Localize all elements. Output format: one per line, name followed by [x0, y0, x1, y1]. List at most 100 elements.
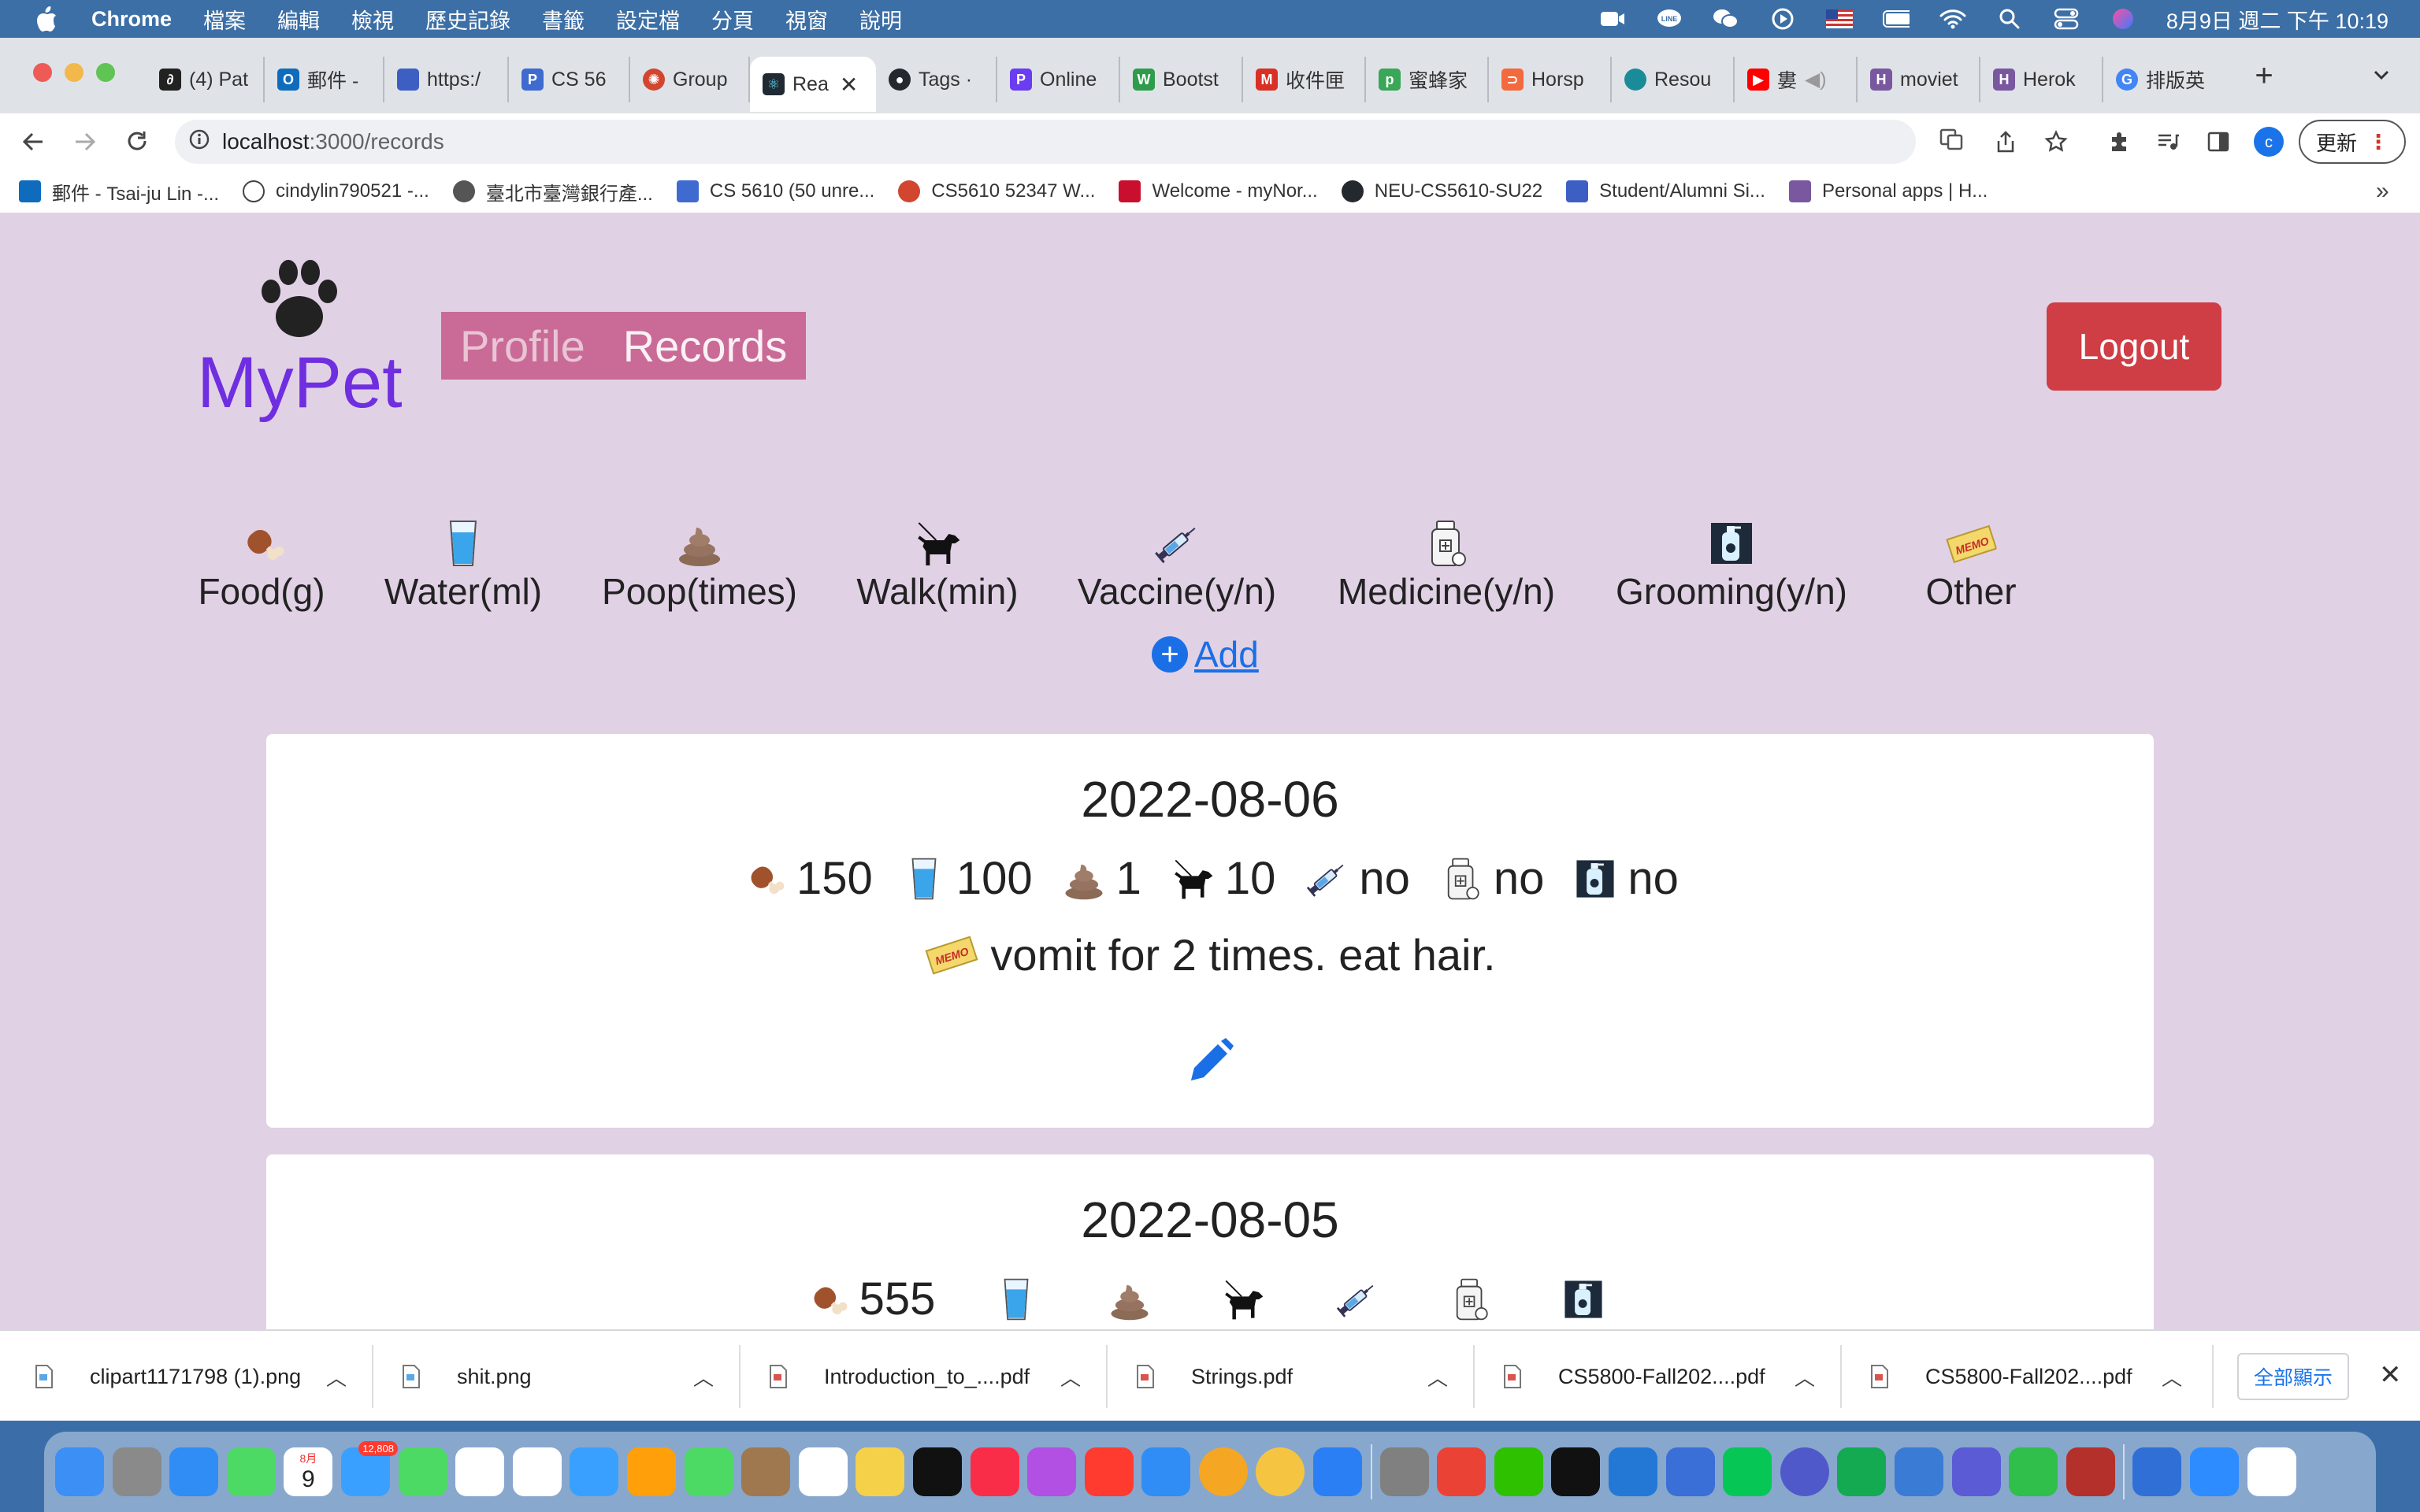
logout-button[interactable]: Logout	[2047, 302, 2221, 391]
dock-mission-control-icon[interactable]	[2189, 1447, 2239, 1496]
tab-item[interactable]: ∂ (4) Pat	[147, 57, 265, 102]
tab-item[interactable]: H Herok	[1980, 57, 2103, 102]
dock-vscode-icon[interactable]	[1437, 1447, 1487, 1496]
forward-arrow-icon[interactable]	[68, 124, 102, 159]
extensions-puzzle-icon[interactable]	[2102, 124, 2136, 159]
tab-item[interactable]: M 收件匣	[1243, 57, 1366, 102]
reload-icon[interactable]	[120, 124, 154, 159]
show-all-downloads-button[interactable]: 全部顯示	[2237, 1353, 2349, 1400]
menu-view[interactable]: 檢視	[351, 4, 394, 35]
brand[interactable]: MyPet	[197, 255, 403, 423]
download-options-chevron-icon[interactable]: ︿	[693, 1362, 714, 1392]
tab-item[interactable]: W Bootst	[1120, 57, 1243, 102]
dock-mongodb-icon[interactable]	[1665, 1447, 1715, 1496]
menu-file[interactable]: 檔案	[203, 4, 246, 35]
tab-item[interactable]: G 排版英	[2103, 57, 2226, 102]
tab-item[interactable]: ⊃ Horsp	[1489, 57, 1612, 102]
wechat-icon[interactable]	[1713, 8, 1739, 30]
dock-trash-icon[interactable]	[2247, 1447, 2296, 1496]
address-bar[interactable]: localhost:3000/records	[175, 120, 1963, 164]
dock-simulator-icon[interactable]	[1951, 1447, 2001, 1496]
dock-app-store-icon[interactable]	[1141, 1447, 1191, 1496]
menu-app-name[interactable]: Chrome	[91, 7, 172, 32]
bookmark-item[interactable]: NEU-CS5610-SU22	[1341, 180, 1542, 202]
dock-system-preferences-icon[interactable]	[1198, 1447, 1248, 1496]
tab-search-chevron-icon[interactable]	[2371, 65, 2392, 85]
minimize-window-button[interactable]	[65, 63, 84, 82]
dock-photos-icon[interactable]	[455, 1447, 505, 1496]
tab-item-active[interactable]: ⚛ Rea ✕	[750, 57, 876, 112]
dock-safari-icon[interactable]	[169, 1447, 219, 1496]
dock-reminders-icon[interactable]	[626, 1447, 676, 1496]
dock-calendar-icon[interactable]: 8月 9	[284, 1447, 333, 1496]
dock-xcode-icon[interactable]	[1723, 1447, 1772, 1496]
dock-zoom-icon[interactable]	[2009, 1447, 2058, 1496]
line-app-icon[interactable]: LINE	[1656, 8, 1683, 30]
dock-terminal-icon[interactable]	[1379, 1447, 1429, 1496]
us-flag-icon[interactable]	[1825, 8, 1853, 30]
menu-clock[interactable]: 8月9日 週二 下午 10:19	[2166, 4, 2388, 35]
dock-facetime-icon[interactable]	[512, 1447, 562, 1496]
tab-item[interactable]: ▶ 婁 ◀)	[1735, 57, 1858, 102]
menu-window[interactable]: 視窗	[785, 4, 828, 35]
download-options-chevron-icon[interactable]: ︿	[326, 1362, 347, 1392]
download-item[interactable]: CS5800-Fall202....pdf ︿	[1503, 1331, 1815, 1422]
dock-news-icon[interactable]	[912, 1447, 962, 1496]
download-item[interactable]: Introduction_to_....pdf ︿	[769, 1331, 1081, 1422]
new-tab-button[interactable]: +	[2247, 58, 2281, 94]
dock-apple-tv-icon[interactable]	[741, 1447, 791, 1496]
tab-item[interactable]: Resou	[1612, 57, 1735, 102]
bookmark-item[interactable]: CS5610 52347 W...	[898, 180, 1095, 202]
dock-contacts-icon[interactable]	[570, 1447, 619, 1496]
share-icon[interactable]	[1988, 124, 2023, 159]
bookmark-item[interactable]: 臺北市臺灣銀行產...	[452, 178, 653, 206]
dock-keynote-icon[interactable]	[970, 1447, 1019, 1496]
dock-finder-icon[interactable]	[55, 1447, 104, 1496]
download-options-chevron-icon[interactable]: ︿	[1427, 1362, 1448, 1392]
dock-podcasts-icon[interactable]	[856, 1447, 905, 1496]
back-arrow-icon[interactable]	[16, 124, 50, 159]
bookmark-star-icon[interactable]	[2039, 124, 2073, 159]
bookmark-item[interactable]: Student/Alumni Si...	[1566, 180, 1765, 202]
profile-avatar[interactable]: c	[2251, 124, 2286, 159]
dock-numbers-icon[interactable]	[1027, 1447, 1077, 1496]
dock-wechat-icon[interactable]	[1313, 1447, 1363, 1496]
control-center-icon[interactable]	[2053, 8, 2080, 30]
dock-chrome-icon[interactable]	[1256, 1447, 1305, 1496]
media-control-icon[interactable]	[2151, 124, 2185, 159]
side-panel-icon[interactable]	[2201, 124, 2236, 159]
battery-icon[interactable]	[1882, 8, 1910, 30]
dock-line-icon[interactable]	[1551, 1447, 1601, 1496]
dock-dog-app-icon[interactable]	[2066, 1447, 2115, 1496]
dock-music-icon[interactable]	[798, 1447, 848, 1496]
menu-profiles[interactable]: 設定檔	[616, 4, 680, 35]
tab-item[interactable]: P Online	[997, 57, 1120, 102]
tab-item[interactable]: ✺ Group	[630, 57, 750, 102]
add-record-link[interactable]: + Add	[1152, 633, 1259, 676]
wifi-icon[interactable]	[1939, 8, 1966, 30]
menu-history[interactable]: 歷史記錄	[425, 4, 510, 35]
menu-edit[interactable]: 編輯	[277, 4, 320, 35]
video-camera-icon[interactable]	[1599, 8, 1626, 30]
nav-records-link[interactable]: Records	[623, 321, 788, 372]
nav-profile-link[interactable]: Profile	[460, 321, 585, 372]
spotlight-search-icon[interactable]	[1996, 8, 2023, 30]
tab-item[interactable]: p 蜜蜂家	[1366, 57, 1489, 102]
bookmarks-overflow-button[interactable]: »	[2376, 178, 2389, 205]
dock-mail-icon[interactable]: 12,808	[340, 1441, 398, 1496]
dock-spotify-icon[interactable]	[1837, 1447, 1887, 1496]
play-icon[interactable]	[1769, 8, 1796, 30]
download-options-chevron-icon[interactable]: ︿	[1795, 1362, 1815, 1392]
tab-item[interactable]: P CS 56	[509, 57, 630, 102]
bookmark-item[interactable]: Personal apps | H...	[1788, 180, 1988, 202]
download-item[interactable]: shit.png ︿	[402, 1331, 714, 1422]
bookmark-item[interactable]: cindylin790521 -...	[243, 180, 429, 202]
dock-tor-icon[interactable]	[1780, 1447, 1829, 1496]
dock-launchpad-icon[interactable]	[112, 1447, 161, 1496]
close-tab-icon[interactable]: ✕	[840, 72, 858, 98]
tab-item[interactable]: ● Tags ·	[876, 57, 997, 102]
dock-preview-icon[interactable]	[1494, 1447, 1543, 1496]
translate-icon[interactable]	[1939, 128, 1963, 157]
download-item[interactable]: CS5800-Fall202....pdf ︿	[1870, 1331, 2182, 1422]
dock-notes-icon[interactable]	[684, 1447, 733, 1496]
